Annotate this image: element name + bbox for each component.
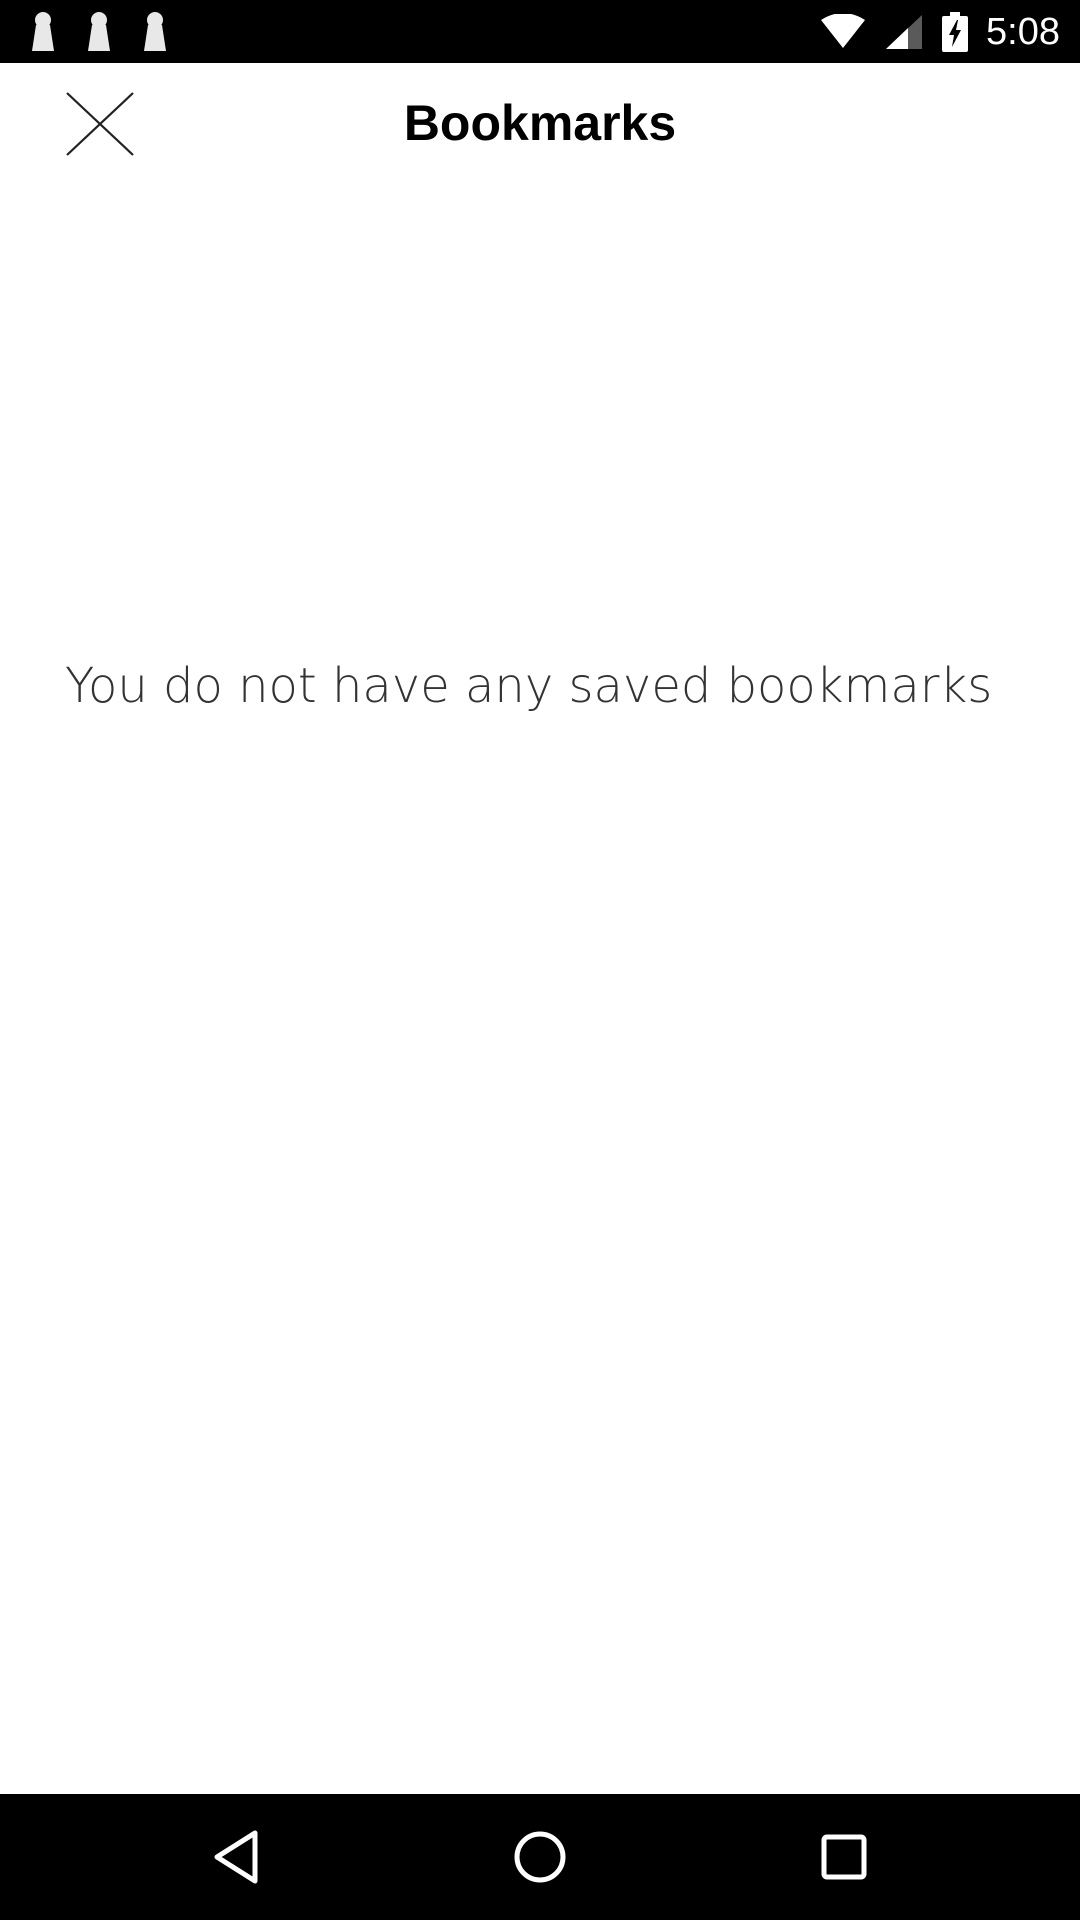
status-time: 5:08 <box>986 10 1060 53</box>
empty-state-message: You do not have any saved bookmarks <box>65 658 993 714</box>
status-bar: 5:08 <box>0 0 1080 63</box>
recents-button[interactable] <box>784 1812 904 1902</box>
keyhole-icon <box>88 12 110 51</box>
battery-charging-icon <box>942 11 969 52</box>
bookmarks-screen: 5:08 Bookmarks You do not have any saved… <box>0 0 1080 1920</box>
app-bar: Bookmarks <box>0 63 1080 183</box>
keyhole-icon <box>32 12 54 51</box>
close-button[interactable] <box>50 79 150 169</box>
back-button[interactable] <box>176 1812 296 1902</box>
cell-signal-icon <box>886 14 923 49</box>
wifi-icon <box>821 13 866 48</box>
system-icons: 5:08 <box>820 0 1060 63</box>
close-icon <box>66 92 134 156</box>
recents-icon <box>821 1834 867 1880</box>
home-button[interactable] <box>480 1812 600 1902</box>
navigation-bar <box>0 1794 1080 1920</box>
notification-icons <box>30 10 168 54</box>
keyhole-icon <box>144 12 166 51</box>
home-icon <box>514 1831 566 1883</box>
back-icon <box>214 1830 258 1884</box>
page-title: Bookmarks <box>403 95 677 151</box>
